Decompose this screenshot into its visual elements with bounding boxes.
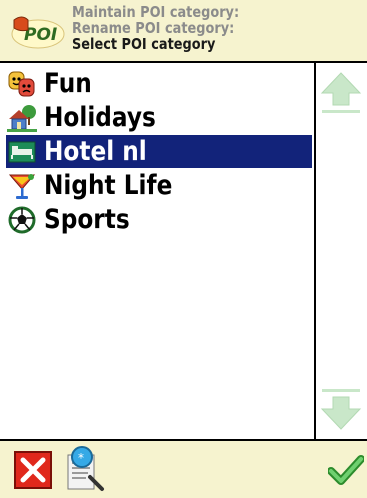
header-line-select: Select POI category	[72, 35, 216, 53]
close-icon[interactable]	[14, 451, 52, 489]
list-item-label: Holidays	[44, 102, 156, 133]
arrow-up-icon[interactable]	[320, 71, 362, 115]
svg-text:POI: POI	[24, 25, 57, 45]
arrow-down-icon[interactable]	[320, 387, 362, 431]
list-item-label: Sports	[44, 204, 130, 235]
house-tree-icon	[6, 102, 38, 134]
checkmark-icon[interactable]	[328, 453, 364, 487]
poi-category-list: Fun Holidays Hotel nl Night Life Sports	[0, 63, 316, 439]
list-item-hotel-nl[interactable]: Hotel nl	[6, 135, 312, 168]
list-item-holidays[interactable]: Holidays	[6, 101, 312, 134]
list-item-night-life[interactable]: Night Life	[6, 169, 312, 202]
soccer-ball-icon	[6, 204, 38, 236]
svg-text:*: *	[78, 451, 84, 465]
scrollbar[interactable]	[316, 63, 367, 439]
bed-icon	[6, 136, 38, 168]
header-line-maintain: Maintain POI category:	[72, 3, 240, 21]
list-item-sports[interactable]: Sports	[6, 203, 312, 236]
list-item-label: Fun	[44, 68, 92, 99]
search-document-icon[interactable]: *	[62, 445, 108, 495]
list-item-fun[interactable]: Fun	[6, 67, 312, 100]
theater-masks-icon	[6, 68, 38, 100]
header: POI Maintain POI category: Rename POI ca…	[0, 0, 367, 63]
footer-toolbar: *	[0, 439, 367, 498]
cocktail-glass-icon	[6, 170, 38, 202]
poi-app-icon: POI	[11, 16, 65, 49]
list-item-label: Night Life	[44, 170, 173, 201]
list-item-label: Hotel nl	[44, 136, 147, 167]
header-line-rename: Rename POI category:	[72, 19, 235, 37]
